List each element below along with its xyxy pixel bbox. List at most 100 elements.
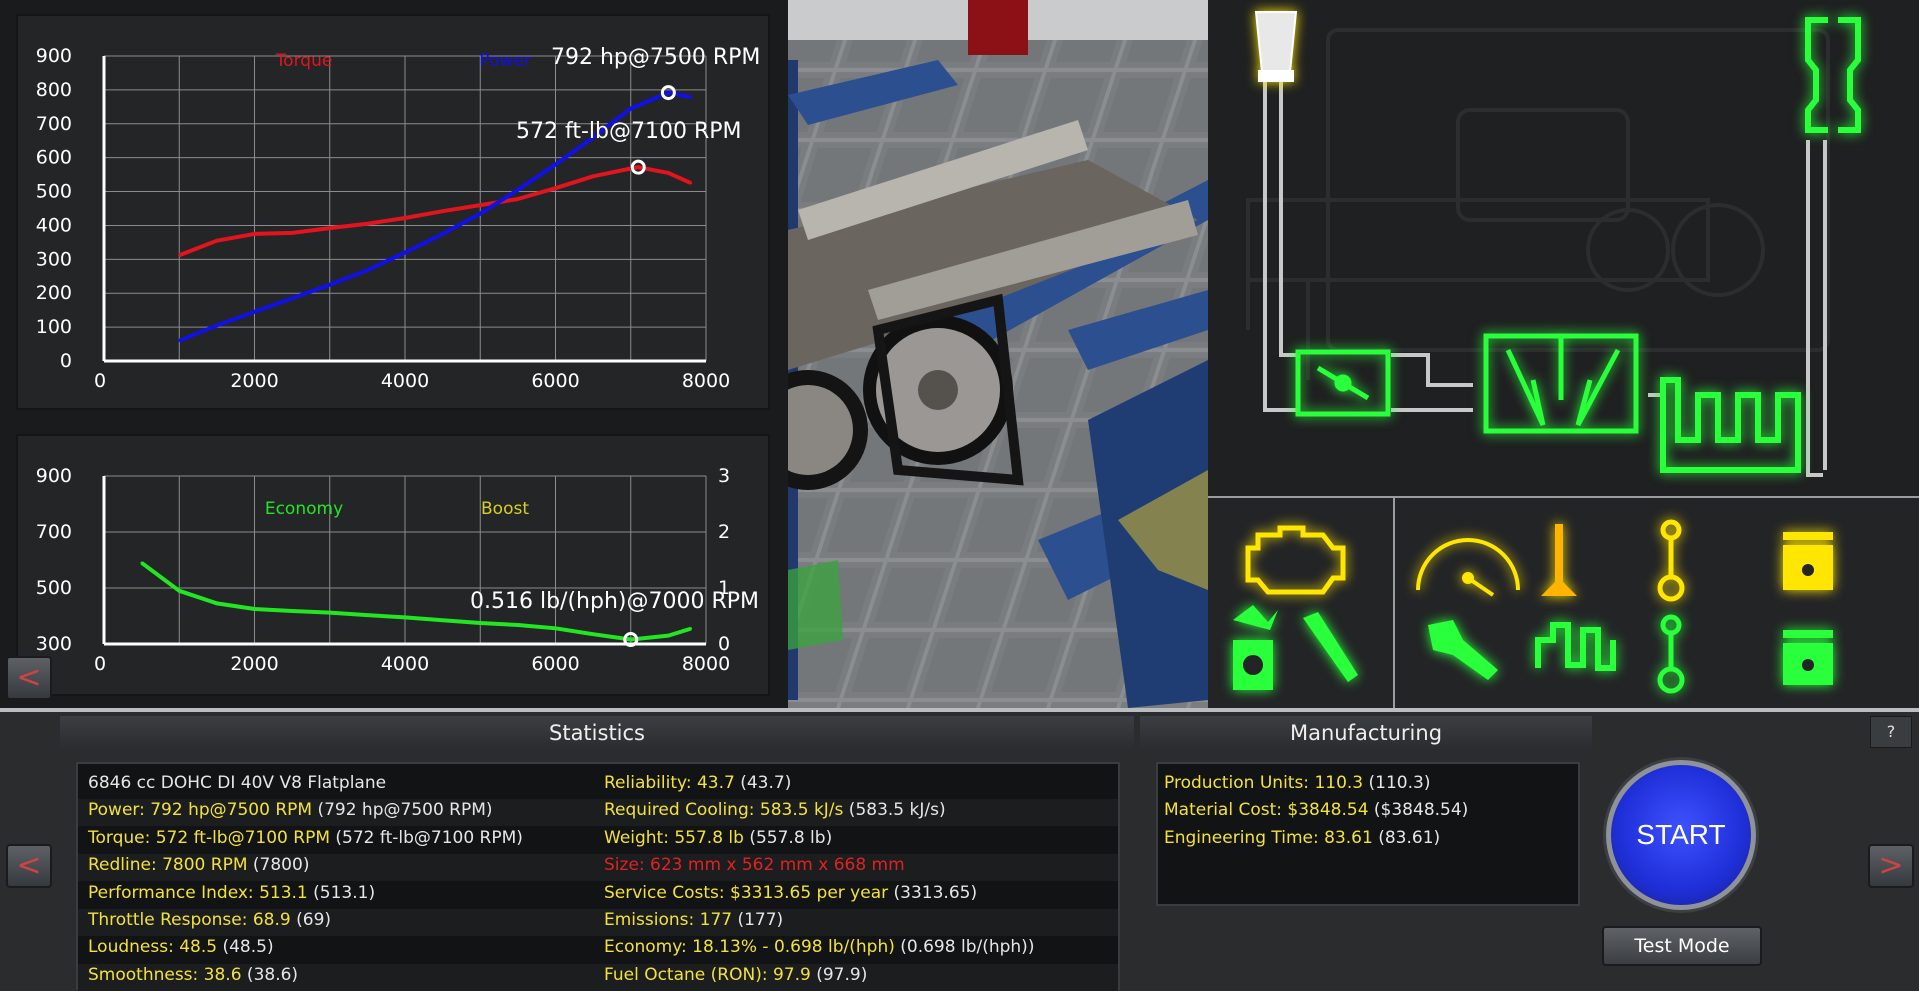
data-point-power [366, 268, 369, 272]
x-tick-label: 0 [94, 370, 106, 392]
x-tick-label: 8000 [682, 653, 730, 675]
statistics-panel: 6846 cc DOHC DI 40V V8 Flatplane Power: 7… [76, 762, 1120, 991]
y-tick-label: 200 [36, 282, 72, 304]
x-tick-label: 2000 [230, 653, 278, 675]
legend-label-power: Power [479, 51, 530, 71]
x-tick-label: 6000 [531, 370, 579, 392]
y-tick-label: 700 [36, 521, 72, 543]
stat-raw-value: (97.9) [810, 964, 868, 985]
data-point-power [328, 283, 331, 286]
torque-power-chart-svg: 0 2000 4000 6000 8000 0 100 200 300 400 500 600 700 8… [18, 16, 768, 408]
torque-power-chart: 0 2000 4000 6000 8000 0 100 200 300 400 500 600 700 8… [16, 14, 770, 410]
data-point-economy [554, 627, 557, 630]
stat-value: Size: 623 mm x 562 mm x 668 mm [604, 855, 905, 876]
data-point-torque [637, 165, 640, 169]
data-point-economy [441, 619, 444, 622]
data-point-power [629, 107, 632, 110]
y-tick-label: 0 [60, 350, 72, 372]
stat-value: Economy: 18.13% - 0.698 lb/(hph) [604, 937, 895, 958]
x-tick-label: 4000 [381, 653, 429, 675]
stat-value: Engineering Time: 83.61 [1164, 827, 1373, 848]
data-point-power [253, 310, 256, 314]
stat-value: Fuel Octane (RON): 97.9 [604, 964, 811, 985]
y-tick-label: 500 [36, 577, 72, 599]
stat-row: Torque: 572 ft-lb@7100 RPM (572 ft-lb@71… [88, 825, 523, 852]
stat-value: Material Cost: $3848.54 [1164, 800, 1369, 821]
statistics-header: Statistics [60, 716, 1134, 750]
chart-background [18, 16, 768, 408]
data-point-economy [253, 607, 256, 611]
air-filter-icon[interactable] [1254, 11, 1298, 82]
stat-row: Material Cost: $3848.54 ($3848.54) [1164, 797, 1468, 824]
stat-value: Required Cooling: 583.5 kJ/s [604, 800, 844, 821]
data-point-torque [366, 222, 369, 225]
stat-raw-value: (3313.65) [888, 882, 978, 903]
stat-row: 6846 cc DOHC DI 40V V8 Flatplane [88, 770, 386, 797]
data-point-torque [403, 216, 407, 220]
legend-label-boost: Boost [481, 499, 529, 519]
data-point-economy [689, 627, 693, 630]
data-point-economy [215, 602, 219, 605]
engine-3d-viewport[interactable] [788, 0, 1208, 708]
legend-label-economy: Economy [265, 499, 343, 519]
test-mode-button[interactable]: Test Mode [1602, 926, 1762, 966]
engine-parts-schematic [1208, 0, 1919, 708]
y-tick-label: 800 [36, 79, 72, 101]
economy-boost-chart: 0 2000 4000 6000 8000 300 500 700 900 0 1 2 3 Economy… [16, 434, 770, 696]
prev-page-button[interactable]: < [6, 844, 52, 888]
stat-row: Economy: 18.13% - 0.698 lb/(hph) (0.698 … [604, 934, 1034, 961]
y-tick-label: 900 [36, 465, 72, 487]
stat-raw-value: (513.1) [307, 882, 376, 903]
stat-row: Engineering Time: 83.61 (83.61) [1164, 825, 1440, 852]
schematic-diagram [1208, 0, 1919, 708]
data-point-torque [290, 231, 294, 235]
stat-row: Smoothness: 38.6 (38.6) [88, 962, 298, 989]
stat-raw-value: (792 hp@7500 RPM) [312, 800, 493, 821]
legend-label-torque: Torque [275, 51, 333, 71]
stat-raw-value: ($3848.54) [1368, 800, 1469, 821]
stat-row: Loudness: 48.5 (48.5) [88, 934, 274, 961]
x-tick-label: 6000 [531, 653, 579, 675]
x-tick-label: 8000 [682, 370, 730, 392]
data-point-power [403, 251, 407, 254]
stat-raw-value: (69) [290, 910, 332, 930]
data-point-economy [178, 589, 181, 592]
engine-render [788, 0, 1208, 708]
data-point-power [178, 339, 181, 342]
stat-row: Service Costs: $3313.65 per year (3313.6… [604, 880, 977, 907]
stat-raw-value: 6846 cc DOHC DI 40V V8 Flatplane [88, 773, 387, 793]
y-tick-label: 500 [36, 181, 72, 203]
data-point-torque [178, 254, 181, 257]
data-point-power [479, 212, 482, 215]
stat-value: Emissions: 177 [604, 910, 733, 930]
data-point-economy [591, 633, 595, 636]
power-peak-label: 792 hp@7500 RPM [551, 45, 760, 70]
stat-value: Weight: 557.8 lb [604, 827, 744, 848]
stat-raw-value: (110.3) [1363, 773, 1431, 793]
data-point-torque [591, 175, 595, 178]
data-point-power [516, 188, 520, 192]
y2-tick-label: 3 [718, 465, 730, 487]
back-button[interactable]: < [6, 656, 52, 700]
manufacturing-panel: Production Units: 110.3 (110.3) Material … [1156, 762, 1580, 906]
help-button[interactable]: ? [1870, 716, 1912, 748]
stat-row: Size: 623 mm x 562 mm x 668 mm [604, 852, 905, 879]
y-tick-label: 300 [36, 633, 72, 655]
next-page-button[interactable]: > [1868, 844, 1914, 888]
x-tick-label: 0 [94, 653, 106, 675]
stat-raw-value: (557.8 lb) [743, 827, 833, 848]
y2-tick-label: 2 [718, 521, 730, 543]
stat-row: Power: 792 hp@7500 RPM (792 hp@7500 RPM) [88, 797, 493, 824]
statistics-title: Statistics [549, 721, 645, 745]
stat-row: Emissions: 177 (177) [604, 907, 783, 934]
start-button[interactable]: START [1606, 760, 1756, 910]
stat-value: Torque: 572 ft-lb@7100 RPM [88, 827, 330, 848]
stat-raw-value: (177) [732, 910, 784, 930]
y2-tick-label: 0 [718, 633, 730, 655]
stat-row: Required Cooling: 583.5 kJ/s (583.5 kJ/s… [604, 797, 946, 824]
data-point-torque [215, 239, 219, 242]
data-point-economy [328, 611, 331, 614]
data-point-torque [516, 197, 520, 201]
stat-raw-value: (7800) [247, 855, 310, 876]
stat-raw-value: (0.698 lb/(hph)) [894, 937, 1035, 958]
